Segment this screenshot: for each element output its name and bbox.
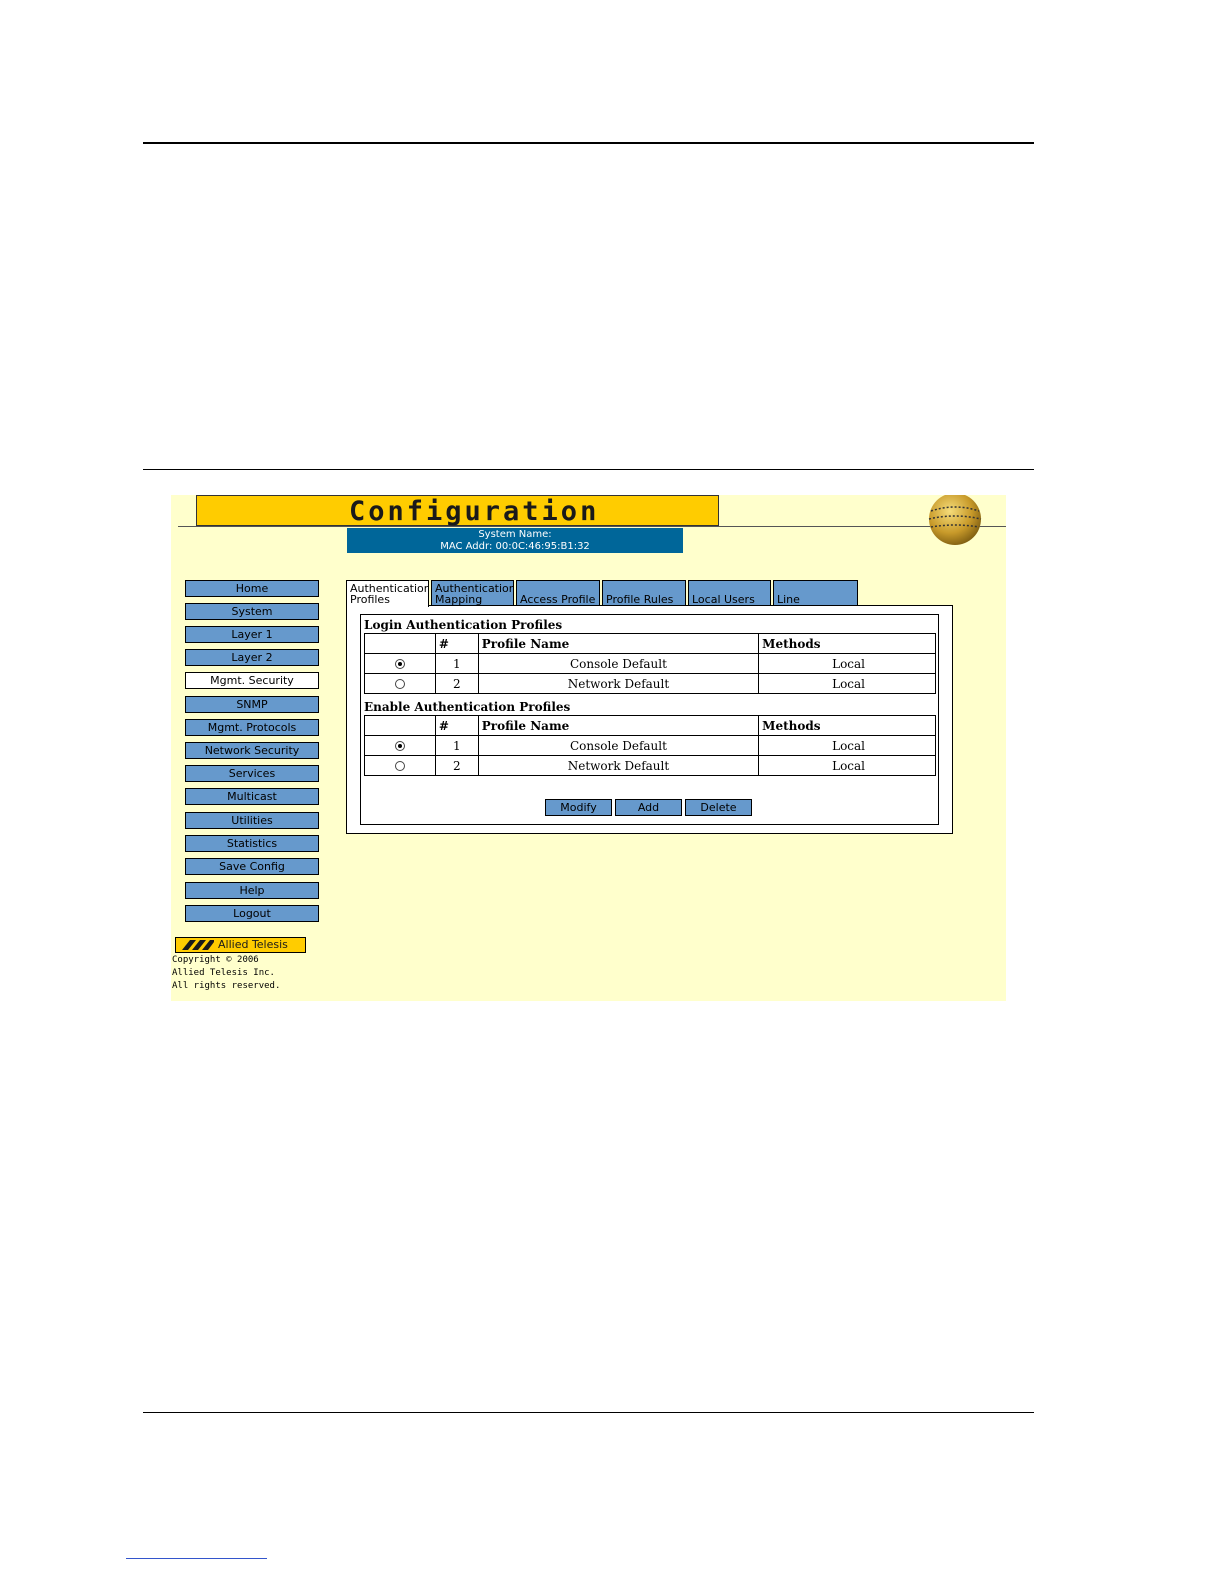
column-header-profile-name: Profile Name — [477, 633, 760, 654]
login-profiles-table: # Profile Name Methods 1 Console Default… — [364, 633, 936, 694]
copyright-company: Allied Telesis Inc. — [172, 968, 275, 978]
sidebar-item-home[interactable]: Home — [185, 580, 319, 597]
row-methods: Local — [758, 673, 936, 694]
column-header-profile-name: Profile Name — [477, 715, 760, 736]
brand-name: Allied Telesis — [218, 938, 288, 951]
table-row[interactable]: 2 Network Default Local — [364, 755, 936, 776]
tab-label-line2: Mapping — [435, 593, 483, 605]
tab-profile-rules[interactable]: Profile Rules — [602, 580, 686, 605]
sidebar-item-services[interactable]: Services — [185, 765, 319, 782]
page-title: Configuration — [349, 496, 600, 527]
title-banner: Configuration — [196, 495, 719, 527]
tab-local-users[interactable]: Local Users — [688, 580, 771, 605]
login-row-2-radio[interactable] — [394, 679, 405, 689]
configuration-screenshot: Configuration System Name: MAC Addr: 00:… — [171, 495, 1006, 1001]
tab-label-line2: Access Profile — [520, 593, 596, 605]
table-row[interactable]: 2 Network Default Local — [364, 673, 936, 694]
sidebar-item-logout[interactable]: Logout — [185, 905, 319, 922]
table-row[interactable]: 1 Console Default Local — [364, 653, 936, 674]
row-number: 2 — [434, 755, 479, 776]
tab-authentication-mapping[interactable]: Authentication Mapping — [431, 580, 514, 605]
mac-address: MAC Addr: 00:0C:46:95:B1:32 — [440, 541, 590, 552]
page-rule-top — [143, 142, 1034, 144]
column-header-number: # — [434, 633, 479, 654]
sidebar-item-multicast[interactable]: Multicast — [185, 788, 319, 805]
globe-icon — [928, 495, 982, 545]
row-number: 1 — [434, 653, 479, 674]
content-panel: Login Authentication Profiles # Profile … — [346, 605, 953, 834]
allied-telesis-logo-icon — [182, 940, 214, 950]
table-header-row: # Profile Name Methods — [364, 715, 936, 736]
page-rule-bottom — [143, 1412, 1034, 1413]
sidebar-item-mgmt-security[interactable]: Mgmt. Security — [185, 672, 319, 689]
profiles-frame: Login Authentication Profiles # Profile … — [360, 614, 939, 825]
login-profiles-title: Login Authentication Profiles — [364, 618, 563, 632]
enable-profiles-title: Enable Authentication Profiles — [364, 700, 571, 714]
enable-row-1-radio[interactable] — [394, 741, 405, 751]
tab-label-line2: Profile Rules — [606, 593, 674, 605]
delete-button[interactable]: Delete — [685, 799, 752, 816]
row-profile-name: Console Default — [477, 735, 760, 756]
tab-label-line2: Local Users — [692, 593, 755, 605]
sidebar-item-layer-1[interactable]: Layer 1 — [185, 626, 319, 643]
tab-line-password[interactable]: Line Password — [773, 580, 858, 605]
brand-logo: Allied Telesis — [175, 937, 306, 953]
sidebar-item-network-security[interactable]: Network Security — [185, 742, 319, 759]
page-rule-middle — [143, 469, 1034, 470]
sidebar-item-system[interactable]: System — [185, 603, 319, 620]
row-methods: Local — [758, 735, 936, 756]
copyright-notice: Copyright © 2006 Allied Telesis Inc. All… — [172, 954, 280, 993]
row-number: 2 — [434, 673, 479, 694]
column-header-number: # — [434, 715, 479, 736]
tab-access-profile[interactable]: Access Profile — [516, 580, 600, 605]
tab-label-line2: Profiles — [350, 593, 390, 606]
row-methods: Local — [758, 653, 936, 674]
footer-link-underline — [126, 1558, 267, 1559]
column-header-select — [364, 633, 436, 654]
row-number: 1 — [434, 735, 479, 756]
column-header-select — [364, 715, 436, 736]
sidebar-item-utilities[interactable]: Utilities — [185, 812, 319, 829]
modify-button[interactable]: Modify — [545, 799, 612, 816]
enable-row-2-radio[interactable] — [394, 761, 405, 771]
add-button[interactable]: Add — [615, 799, 682, 816]
system-info-bar: System Name: MAC Addr: 00:0C:46:95:B1:32 — [347, 528, 683, 553]
copyright-line: Copyright © 2006 — [172, 955, 259, 965]
enable-profiles-table: # Profile Name Methods 1 Console Default… — [364, 715, 936, 776]
row-methods: Local — [758, 755, 936, 776]
table-header-row: # Profile Name Methods — [364, 633, 936, 654]
copyright-rights: All rights reserved. — [172, 981, 281, 991]
tab-label-line2: Line Password — [777, 593, 800, 605]
sidebar-item-help[interactable]: Help — [185, 882, 319, 899]
sidebar-item-save-config[interactable]: Save Config — [185, 858, 319, 875]
tab-authentication-profiles[interactable]: Authentication Profiles — [346, 580, 429, 607]
column-header-methods: Methods — [758, 633, 936, 654]
column-header-methods: Methods — [758, 715, 936, 736]
login-row-1-radio[interactable] — [394, 659, 405, 669]
row-profile-name: Network Default — [477, 755, 760, 776]
system-name: System Name: — [478, 529, 552, 540]
table-row[interactable]: 1 Console Default Local — [364, 735, 936, 756]
row-profile-name: Network Default — [477, 673, 760, 694]
sidebar-item-mgmt-protocols[interactable]: Mgmt. Protocols — [185, 719, 319, 736]
row-profile-name: Console Default — [477, 653, 760, 674]
sidebar-item-statistics[interactable]: Statistics — [185, 835, 319, 852]
sidebar-item-layer-2[interactable]: Layer 2 — [185, 649, 319, 666]
sidebar-item-snmp[interactable]: SNMP — [185, 696, 319, 713]
